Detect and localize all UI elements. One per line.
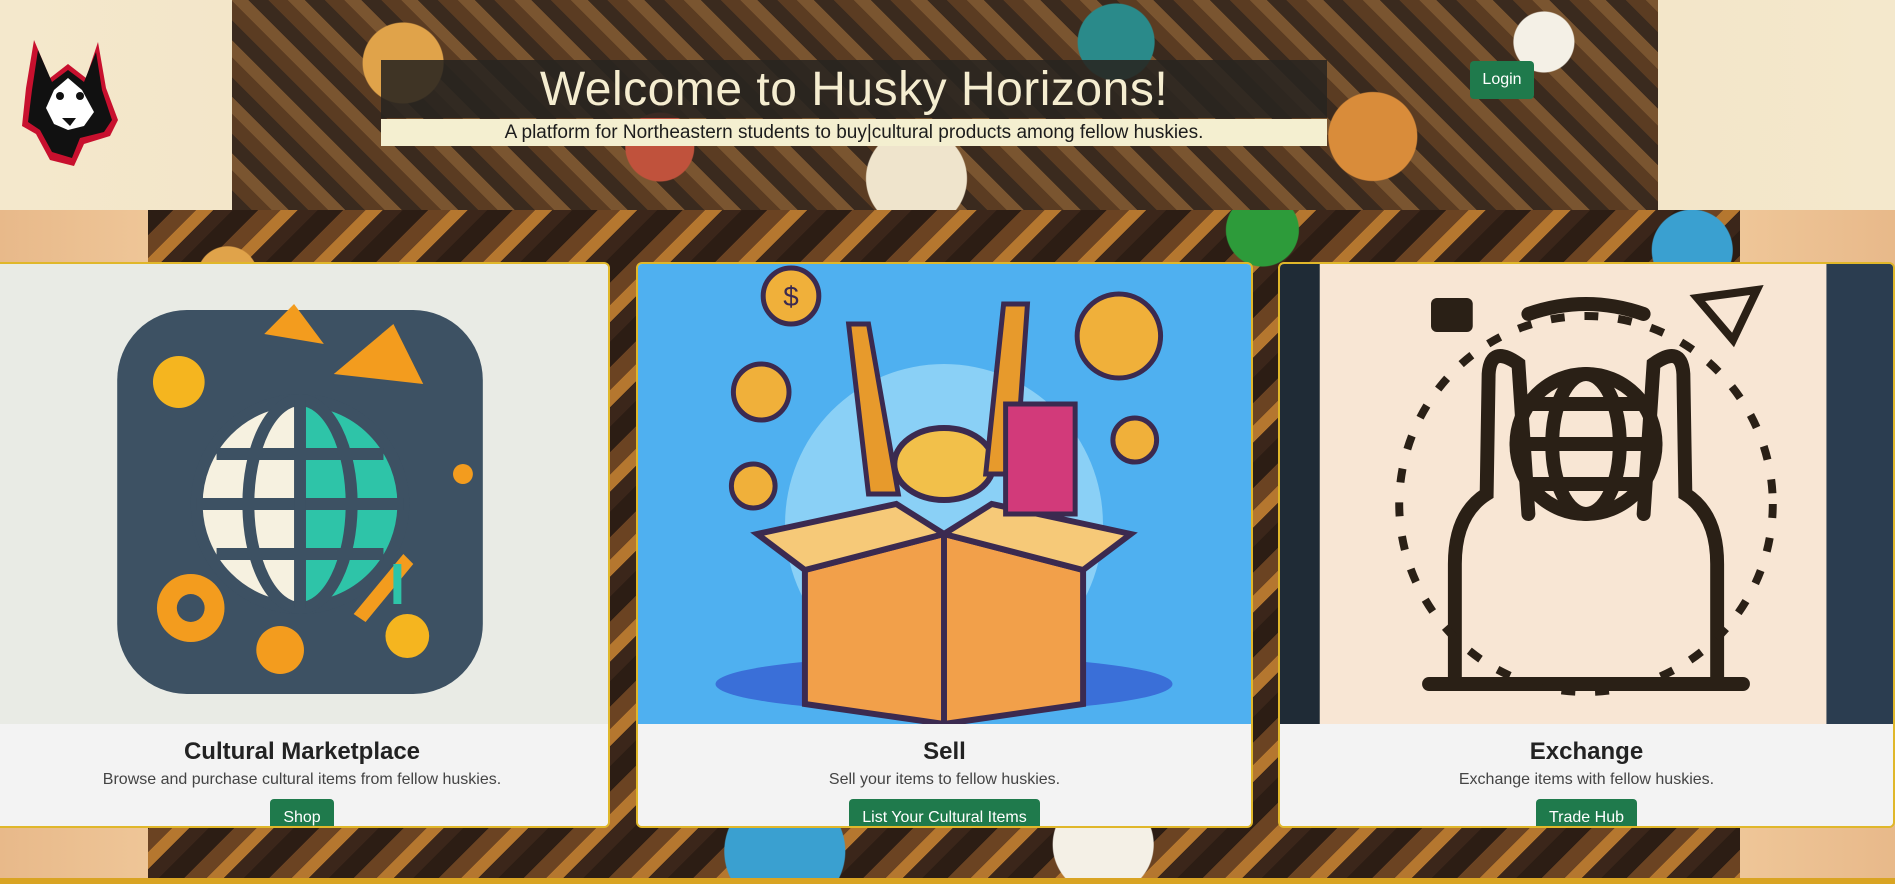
card-description: Sell your items to fellow huskies. (828, 771, 1061, 788)
shop-button[interactable]: Shop (270, 799, 334, 826)
card-title: Exchange (1529, 738, 1644, 765)
husky-logo-icon[interactable] (14, 34, 122, 172)
card-title: Sell (923, 738, 966, 765)
card-title: Cultural Marketplace (183, 738, 421, 765)
globe-marketplace-icon (0, 264, 608, 724)
page-subtitle-box: A platform for Northeastern students to … (381, 119, 1327, 146)
card-cultural-marketplace: Cultural Marketplace Browse and purchase… (0, 262, 610, 828)
footer-divider (0, 878, 1895, 884)
card-description: Exchange items with fellow huskies. (1458, 771, 1715, 788)
card-description: Browse and purchase cultural items from … (102, 771, 502, 788)
hands-globe-icon (1280, 264, 1893, 724)
login-button[interactable]: Login (1470, 61, 1534, 99)
card-info: Exchange Exchange items with fellow husk… (1280, 724, 1893, 826)
cultural-box-icon: $ (638, 264, 1251, 724)
card-exchange: Exchange Exchange items with fellow husk… (1278, 262, 1895, 828)
page-subtitle: A platform for Northeastern students to … (504, 121, 1204, 143)
card-info: Sell Sell your items to fellow huskies. … (638, 724, 1251, 826)
list-items-button[interactable]: List Your Cultural Items (849, 799, 1040, 826)
page-title: Welcome to Husky Horizons! (539, 62, 1169, 116)
page-title-box: Welcome to Husky Horizons! (381, 60, 1327, 118)
card-info: Cultural Marketplace Browse and purchase… (0, 724, 608, 826)
card-sell: $ Sell Sell your items to fellow huskies… (636, 262, 1253, 828)
svg-text:$: $ (783, 281, 799, 312)
trade-hub-button[interactable]: Trade Hub (1536, 799, 1637, 826)
